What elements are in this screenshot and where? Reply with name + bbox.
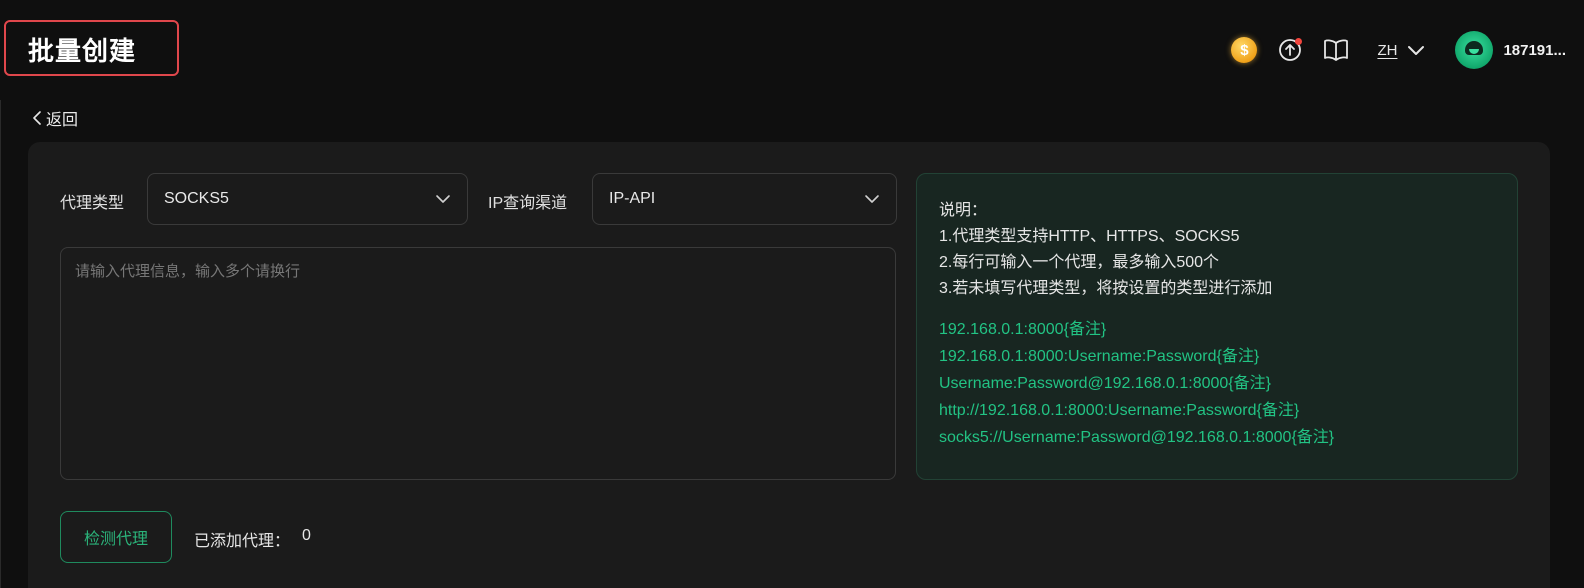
username: 187191... (1503, 41, 1566, 59)
language-selector[interactable]: ZH (1377, 42, 1425, 59)
example-line: Username:Password@192.168.0.1:8000{备注} (939, 375, 1271, 392)
added-proxy-status: 已添加代理： 0 (194, 527, 311, 551)
ip-channel-value: IP-API (609, 190, 656, 207)
proxy-type-label: 代理类型 (60, 195, 125, 212)
coin-icon: $ (1231, 37, 1258, 63)
chevron-down-icon (1408, 46, 1425, 55)
example-line: http://192.168.0.1:8000:Username:Passwor… (939, 402, 1300, 419)
back-link[interactable]: 返回 (32, 106, 78, 130)
proxy-type-select[interactable]: SOCKS5 (147, 173, 468, 225)
docs-button[interactable] (1321, 35, 1351, 65)
language-label: ZH (1377, 41, 1398, 59)
page: 批量创建 $ ZH 187191... 返回 代理类型 SOCKS5 IP查询渠… (0, 0, 1584, 588)
ip-channel-label: IP查询渠道 (488, 195, 568, 212)
added-proxy-count: 0 (302, 527, 311, 544)
divider (0, 100, 1, 588)
example-line: socks5://Username:Password@192.168.0.1:8… (939, 429, 1335, 446)
instructions-panel: 说明： 1.代理类型支持HTTP、HTTPS、SOCKS5 2.每行可输入一个代… (916, 173, 1518, 480)
instructions-title: 说明： (939, 202, 988, 219)
avatar (1455, 31, 1494, 69)
page-title: 批量创建 (28, 36, 137, 66)
example-line: 192.168.0.1:8000{备注} (939, 321, 1107, 338)
instruction-line: 3.若未填写代理类型，将按设置的类型进行添加 (939, 280, 1273, 297)
example-line: 192.168.0.1:8000:Username:Password{备注} (939, 348, 1260, 365)
instruction-line: 2.每行可输入一个代理，最多输入500个 (939, 254, 1220, 271)
header-toolbar: $ ZH 187191... (1213, 28, 1566, 72)
upload-button[interactable] (1275, 35, 1305, 65)
coin-button[interactable]: $ (1229, 35, 1259, 65)
detect-proxy-button[interactable]: 检测代理 (60, 511, 172, 563)
user-menu[interactable]: 187191... (1455, 31, 1566, 69)
added-proxy-label: 已添加代理： (194, 533, 291, 550)
proxy-input-textarea[interactable]: 请输入代理信息，输入多个请换行 (60, 247, 896, 480)
book-icon (1324, 39, 1349, 61)
chevron-left-icon (33, 111, 41, 125)
back-label: 返回 (46, 112, 79, 129)
instruction-line: 1.代理类型支持HTTP、HTTPS、SOCKS5 (939, 228, 1240, 245)
proxy-type-value: SOCKS5 (164, 190, 229, 207)
textarea-placeholder: 请输入代理信息，输入多个请换行 (75, 263, 301, 280)
chevron-down-icon (865, 195, 879, 203)
chevron-down-icon (436, 195, 450, 203)
batch-create-card: 代理类型 SOCKS5 IP查询渠道 IP-API 请输入代理信息，输入多个请换… (28, 142, 1550, 588)
ip-channel-select[interactable]: IP-API (592, 173, 897, 225)
